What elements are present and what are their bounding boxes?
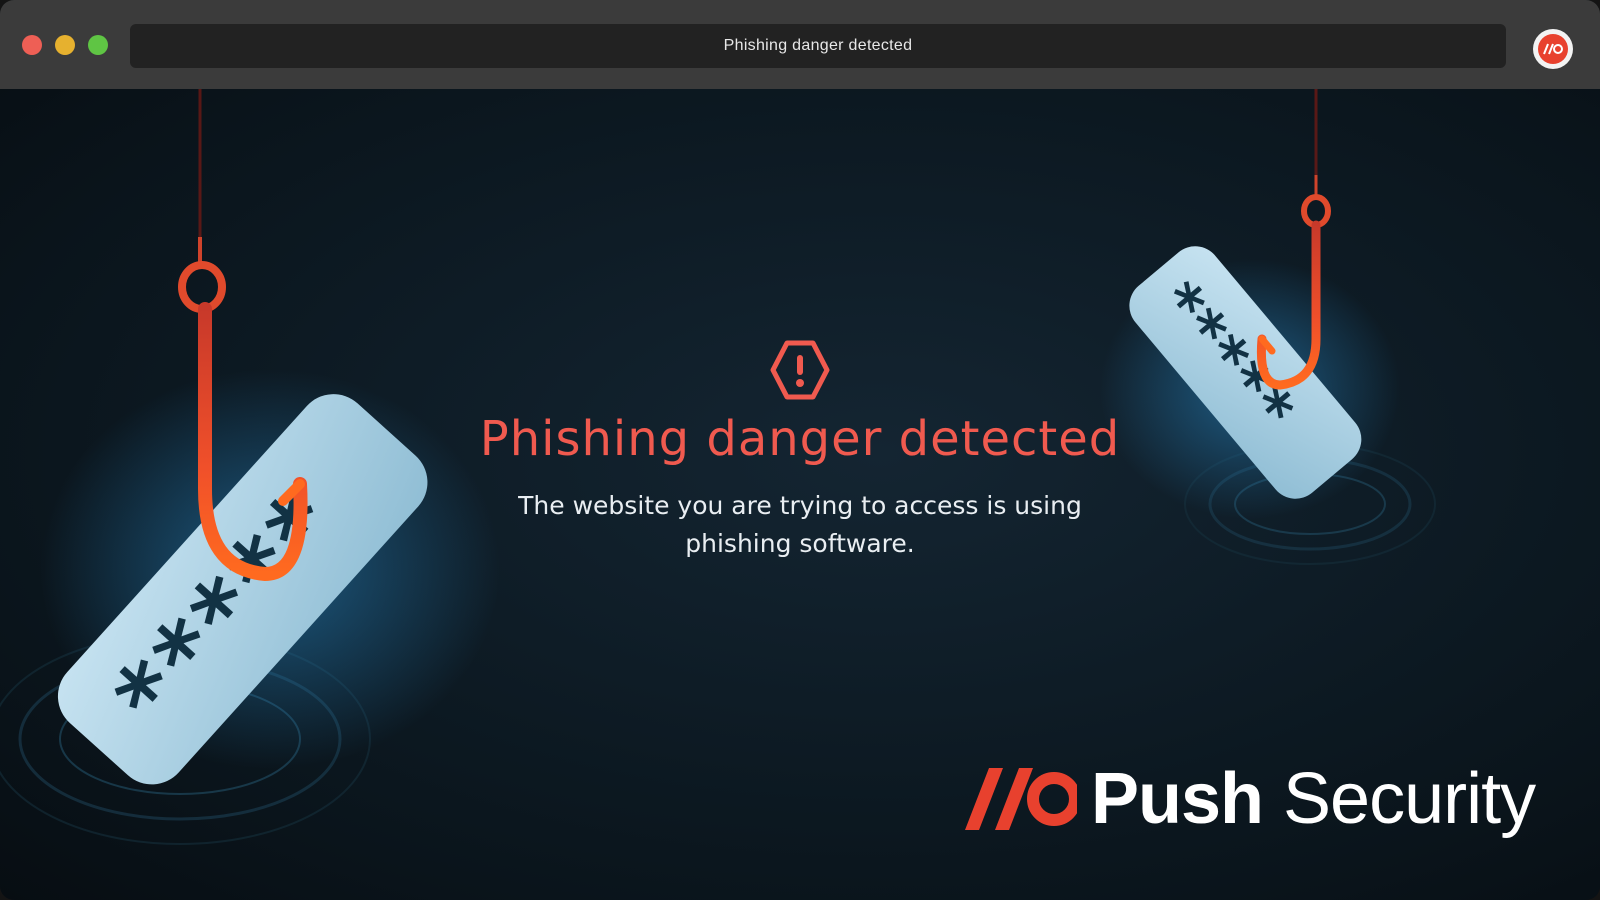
push-security-extension-button[interactable] [1533, 29, 1573, 69]
minimize-window-button[interactable] [55, 35, 75, 55]
brand-name-security: Security [1283, 759, 1536, 839]
push-security-logo-icon [1538, 34, 1568, 64]
maximize-window-button[interactable] [88, 35, 108, 55]
title-bar: Phishing danger detected [0, 0, 1600, 89]
brand-name-push: Push [1091, 759, 1264, 839]
page-title: Phishing danger detected [479, 411, 1121, 467]
page-content: ***** ***** Phishing danger detected The… [0, 89, 1600, 900]
address-bar[interactable]: Phishing danger detected [130, 24, 1506, 68]
warning-description: The website you are trying to access is … [518, 491, 1082, 558]
push-security-logo: Push Security [965, 759, 1536, 839]
close-window-button[interactable] [22, 35, 42, 55]
push-security-mark-icon [965, 768, 1077, 830]
warning-message-block: Phishing danger detected The website you… [0, 339, 1600, 563]
warning-octagon-icon [770, 340, 830, 400]
browser-window: Phishing danger detected ***** ***** Phi… [0, 0, 1600, 900]
window-title: Phishing danger detected [723, 37, 913, 54]
